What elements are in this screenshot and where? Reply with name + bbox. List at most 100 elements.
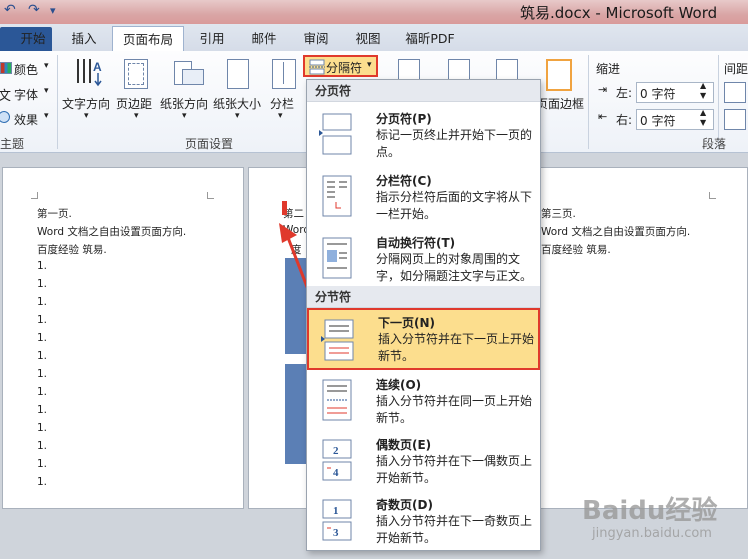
indent-right-icon: ⇤ [598,110,608,123]
menu-item-desc: 分隔网页上的对象周围的文字，如分隔题注文字与正文。 [376,252,533,283]
group-separator [57,55,58,149]
breaks-button[interactable]: 分隔符 ▾ [303,55,378,77]
columns-button[interactable]: 分栏 ▾ [268,55,298,129]
spacing-after-input[interactable] [724,109,746,130]
theme-fonts-label: 字体 [14,88,39,102]
svg-text:2: 2 [333,445,339,457]
theme-effects-label: 效果 [14,113,39,127]
menu-item-text-wrapping-break[interactable]: 自动换行符(T) 分隔网页上的对象周围的文字，如分隔题注文字与正文。 [307,228,540,288]
redo-icon[interactable]: ↷ [28,2,40,18]
font-icon: 文 [0,89,12,104]
menu-item-column-break[interactable]: 分栏符(C) 指示分栏符后面的文字将从下一栏开始。 [307,166,540,226]
page-text: 百度经验 筑易. [541,244,611,256]
theme-group-label: 主题 [0,137,25,151]
menu-item-title: 奇数页(D) [376,498,433,512]
chevron-down-icon: ▾ [182,111,187,121]
breaks-label: 分隔符 [326,61,363,75]
tab-review[interactable]: 审阅 [294,29,338,49]
watermark-url: jingyan.baidu.com [592,526,712,541]
theme-colors-label: 颜色 [14,63,39,77]
document-page-1[interactable]: 第一页. Word 文档之自由设置页面方向. 百度经验 筑易. 1. 1. 1.… [2,167,244,509]
page-borders-button[interactable]: 页面边框 [536,55,592,129]
page-break-icon [319,113,352,155]
tab-view[interactable]: 视图 [346,29,390,49]
list-item: 1. [37,368,48,380]
tab-references[interactable]: 引用 [190,29,234,49]
corner-mark [709,192,716,199]
indent-label: 缩进 [596,62,621,76]
undo-icon[interactable]: ↶ [4,2,16,18]
section-breaks-header: 分节符 [307,286,540,308]
paragraph-group-label: 段落 [702,137,727,151]
size-label: 纸张大小 [213,97,262,111]
menu-item-title: 偶数页(E) [376,438,432,452]
svg-text:1: 1 [333,505,339,517]
list-item: 1. [37,296,48,308]
menu-item-desc: 插入分节符并在同一页上开始新节。 [376,394,533,425]
even-page-icon: 2 4 [322,439,352,481]
page-text: Word 文档之自由设置页面方向. [37,226,187,238]
size-button[interactable]: 纸张大小 ▾ [213,55,265,129]
spinner-icon[interactable]: ▲ ▼ [700,81,706,101]
menu-item-desc: 插入分节符并在下一偶数页上开始新节。 [376,454,533,485]
chevron-down-icon: ▾ [44,61,49,71]
tab-foxit-pdf[interactable]: 福昕PDF [398,29,462,49]
tab-page-layout[interactable]: 页面布局 [112,26,184,53]
corner-mark [207,192,214,199]
indent-left-input[interactable]: 0 字符 ▲ ▼ [636,81,714,103]
text-wrapping-icon [322,237,352,279]
menu-item-title: 分栏符(C) [376,174,432,188]
customize-quick-access-icon[interactable]: ▾ [50,4,56,17]
svg-text:A: A [93,60,102,74]
menu-item-page-break[interactable]: 分页符(P) 标记一页终止并开始下一页的点。 [307,104,540,164]
list-item: 1. [37,476,48,488]
spinner-icon[interactable]: ▲ ▼ [700,108,706,128]
chevron-down-icon: ▾ [44,111,49,121]
list-item: 1. [37,458,48,470]
list-item: 1. [37,278,48,290]
chevron-down-icon: ▾ [235,111,240,121]
list-item: 1. [37,314,48,326]
menu-item-next-page[interactable]: 下一页(N) 插入分节符并在下一页上开始新节。 [307,308,540,370]
page-borders-label: 页面边框 [536,97,585,111]
columns-label: 分栏 [270,97,295,111]
palette-icon [0,62,12,74]
baidu-watermark-logo: Baidu经验 [582,496,718,526]
odd-page-icon: 1 3 [322,499,352,541]
orientation-label: 纸张方向 [160,97,209,111]
indent-right-value: 0 字符 [640,114,676,128]
column-break-icon [322,175,352,217]
columns-icon [272,59,296,89]
indent-left-icon: ⇥ [598,83,608,96]
spacing-before-input[interactable] [724,82,746,103]
margins-button[interactable]: 页边距 ▾ [116,55,158,129]
spacing-label: 间距 [724,62,748,76]
indent-right-input[interactable]: 0 字符 ▲ ▼ [636,108,714,130]
corner-mark [31,192,38,199]
group-separator [588,55,589,149]
margins-label: 页边距 [116,97,153,111]
menu-item-desc: 插入分节符并在下一页上开始新节。 [378,332,535,363]
menu-item-desc: 插入分节符并在下一奇数页上开始新节。 [376,514,533,545]
chevron-down-icon: ▾ [44,86,49,96]
page-text: 第一页. [37,208,72,220]
tab-home[interactable]: 开始 [8,29,58,49]
page-size-icon [227,59,249,89]
title-bar: ↶ ↷ ▾ 筑易.docx - Microsoft Word [0,0,748,24]
menu-item-title: 下一页(N) [378,316,436,330]
page-borders-icon [546,59,572,91]
tab-insert[interactable]: 插入 [62,29,106,49]
svg-text:4: 4 [333,467,339,479]
chevron-down-icon: ▾ [134,111,139,121]
text-direction-icon: A [77,59,102,87]
orientation-button[interactable]: 纸张方向 ▾ [160,55,212,129]
chevron-down-icon: ▾ [278,111,283,121]
menu-item-odd-page[interactable]: 1 3 奇数页(D) 插入分节符并在下一奇数页上开始新节。 [307,490,540,550]
continuous-icon [322,379,352,421]
page-text: 第三页. [541,208,576,220]
tab-mailings[interactable]: 邮件 [242,29,286,49]
menu-item-continuous[interactable]: 连续(O) 插入分节符并在同一页上开始新节。 [307,370,540,430]
text-direction-button[interactable]: A 文字方向 ▾ [62,55,114,129]
ribbon-tab-row: 开始 插入 页面布局 引用 邮件 审阅 视图 福昕PDF [0,24,748,53]
menu-item-even-page[interactable]: 2 4 偶数页(E) 插入分节符并在下一偶数页上开始新节。 [307,430,540,490]
